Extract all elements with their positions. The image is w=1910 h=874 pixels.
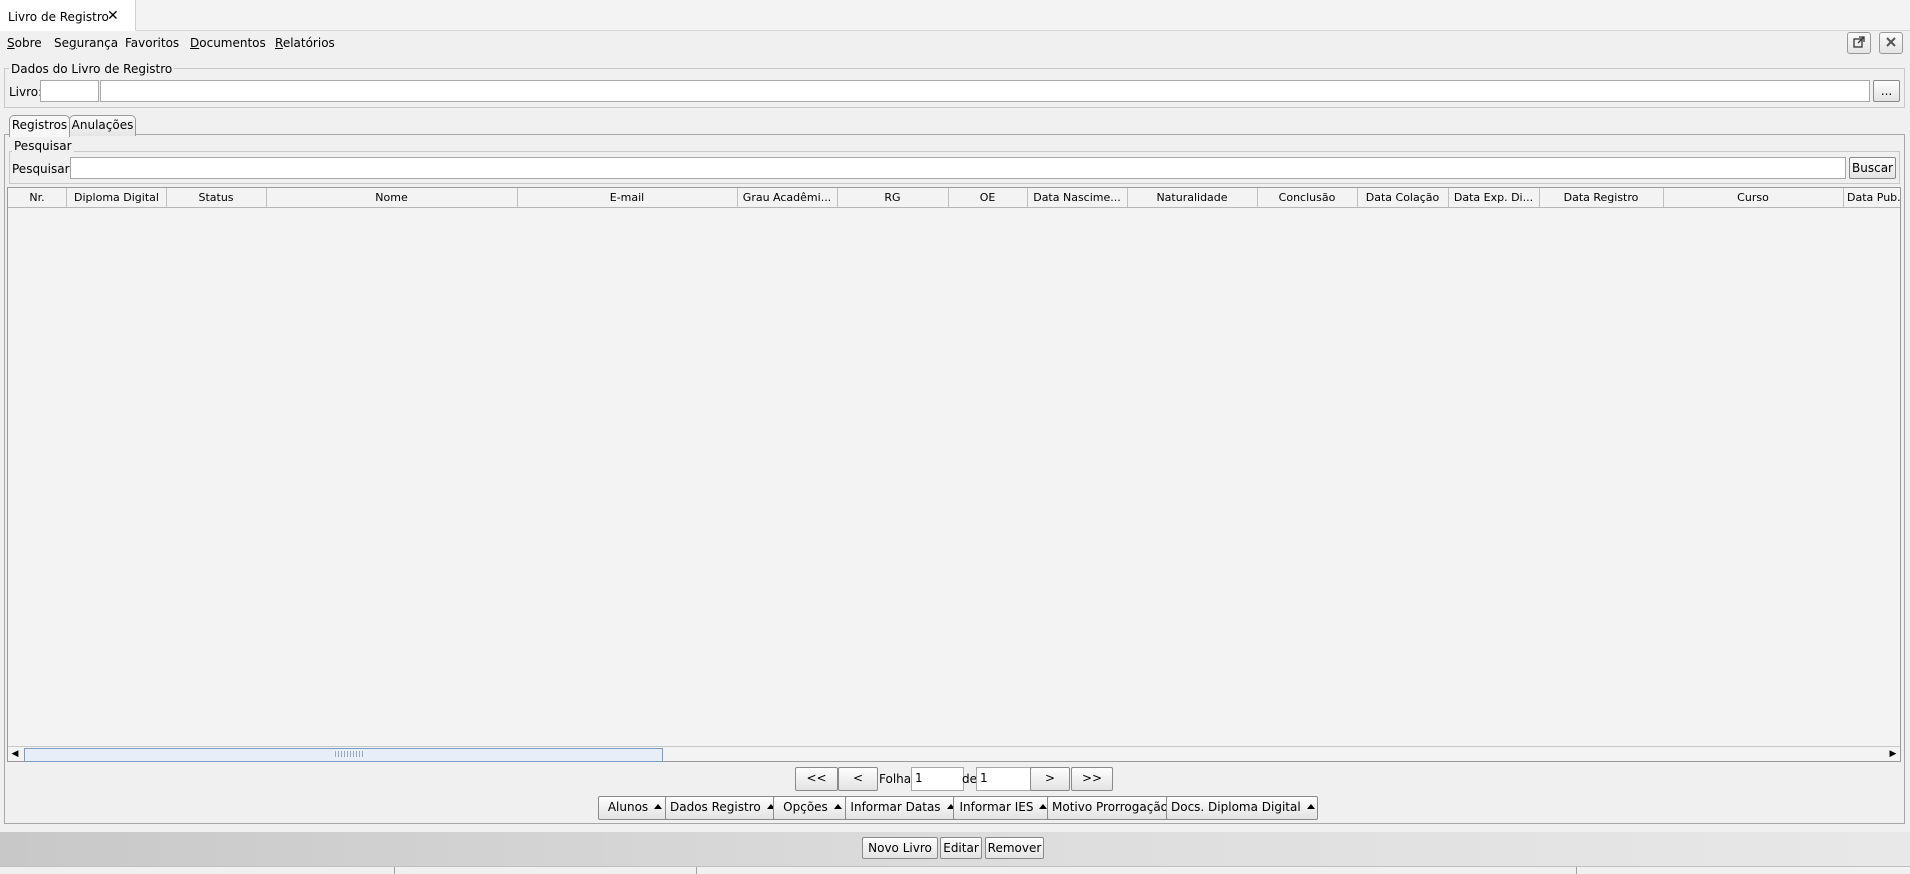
table-header: Nr. Diploma Digital Status Nome E-mail G… — [8, 188, 1900, 208]
status-divider — [1576, 867, 1577, 874]
column-header-data-colacao[interactable]: Data Colação — [1357, 188, 1449, 207]
document-tab[interactable]: Livro de Registro ✕ — [0, 0, 136, 31]
column-header-status[interactable]: Status — [166, 188, 267, 207]
informar-datas-dropdown-button[interactable]: Informar Datas — [845, 796, 960, 820]
menu-favoritos[interactable]: Favoritos — [125, 36, 179, 50]
menu-documentos[interactable]: Documentos — [190, 36, 266, 50]
document-tab-strip — [0, 0, 1910, 31]
informar-ies-label: Informar IES — [959, 800, 1034, 814]
scroll-right-icon[interactable]: ▶ — [1886, 748, 1900, 761]
alunos-label: Alunos — [607, 800, 649, 814]
column-header-naturalidade[interactable]: Naturalidade — [1127, 188, 1258, 207]
column-header-grau-academico[interactable]: Grau Acadêmi... — [737, 188, 838, 207]
status-divider — [696, 867, 697, 874]
informar-datas-label: Informar Datas — [850, 800, 941, 814]
of-label: de — [962, 772, 977, 786]
scroll-left-icon[interactable]: ◀ — [8, 748, 22, 761]
remover-button[interactable]: Remover — [985, 837, 1044, 859]
caret-up-icon — [833, 804, 842, 809]
column-header-nr[interactable]: Nr. — [8, 188, 67, 207]
caret-up-icon — [654, 804, 663, 809]
search-button[interactable]: Buscar — [1849, 157, 1896, 179]
external-window-icon[interactable] — [1847, 32, 1871, 54]
scrollbar-thumb[interactable] — [24, 748, 663, 762]
status-bar — [0, 866, 1910, 874]
alunos-dropdown-button[interactable]: Alunos — [598, 796, 672, 820]
column-header-data-exp-diploma[interactable]: Data Exp. Di... — [1448, 188, 1540, 207]
column-header-diploma-digital[interactable]: Diploma Digital — [67, 188, 167, 207]
column-header-nome[interactable]: Nome — [266, 188, 518, 207]
motivo-prorrogacao-button[interactable]: Motivo Prorrogação — [1047, 796, 1173, 820]
first-page-button[interactable]: << — [795, 767, 838, 791]
menu-seguranca[interactable]: Segurança — [54, 36, 118, 50]
menu-bar: Sobre Segurança Favoritos Documentos Rel… — [0, 32, 1910, 54]
tab-anulacoes[interactable]: Anulações — [69, 115, 136, 136]
livro-label: Livro: — [9, 85, 43, 99]
search-label: Pesquisar: — [12, 162, 74, 176]
informar-ies-dropdown-button[interactable]: Informar IES — [953, 796, 1054, 820]
opcoes-dropdown-button[interactable]: Opções — [773, 796, 852, 820]
column-header-data-pub[interactable]: Data Pub. R — [1843, 188, 1900, 207]
search-group-title: Pesquisar — [12, 139, 74, 153]
total-pages-field: 1 — [976, 767, 1031, 791]
column-header-data-registro[interactable]: Data Registro — [1539, 188, 1664, 207]
close-tab-icon[interactable]: ✕ — [107, 8, 119, 24]
column-header-curso[interactable]: Curso — [1663, 188, 1844, 207]
tab-registros[interactable]: Registros — [9, 115, 70, 137]
dados-registro-label: Dados Registro — [670, 800, 761, 814]
livro-code-field[interactable] — [40, 80, 99, 102]
document-tab-title: Livro de Registro — [8, 10, 109, 24]
menu-relatorios[interactable]: Relatórios — [275, 36, 335, 50]
search-input[interactable] — [70, 157, 1846, 179]
column-header-email[interactable]: E-mail — [517, 188, 738, 207]
novo-livro-button[interactable]: Novo Livro — [862, 837, 938, 859]
livro-name-field[interactable] — [100, 80, 1870, 102]
livro-browse-button[interactable]: ... — [1873, 80, 1900, 102]
status-divider — [394, 867, 395, 874]
opcoes-label: Opções — [783, 800, 828, 814]
menu-sobre[interactable]: Sobre — [7, 36, 42, 50]
column-header-rg[interactable]: RG — [837, 188, 949, 207]
previous-page-button[interactable]: < — [838, 767, 878, 791]
horizontal-scrollbar[interactable]: ◀ ▶ — [8, 746, 1900, 762]
dados-registro-dropdown-button[interactable]: Dados Registro — [665, 796, 779, 820]
last-page-button[interactable]: >> — [1071, 767, 1113, 791]
caret-up-icon — [1306, 804, 1315, 809]
page-number-input[interactable]: 1 — [911, 767, 964, 791]
registros-table[interactable] — [7, 187, 1901, 762]
docs-diploma-digital-dropdown-button[interactable]: Docs. Diploma Digital — [1166, 796, 1318, 820]
column-header-oe[interactable]: OE — [948, 188, 1028, 207]
editar-button[interactable]: Editar — [940, 837, 982, 859]
docs-diploma-digital-label: Docs. Diploma Digital — [1171, 800, 1301, 814]
livro-group-title: Dados do Livro de Registro — [9, 62, 175, 76]
close-window-icon[interactable] — [1879, 32, 1903, 54]
column-header-conclusao[interactable]: Conclusão — [1257, 188, 1358, 207]
column-header-data-nascimento[interactable]: Data Nascime... — [1027, 188, 1128, 207]
next-page-button[interactable]: > — [1030, 767, 1070, 791]
page-label: Folha — [879, 772, 912, 786]
